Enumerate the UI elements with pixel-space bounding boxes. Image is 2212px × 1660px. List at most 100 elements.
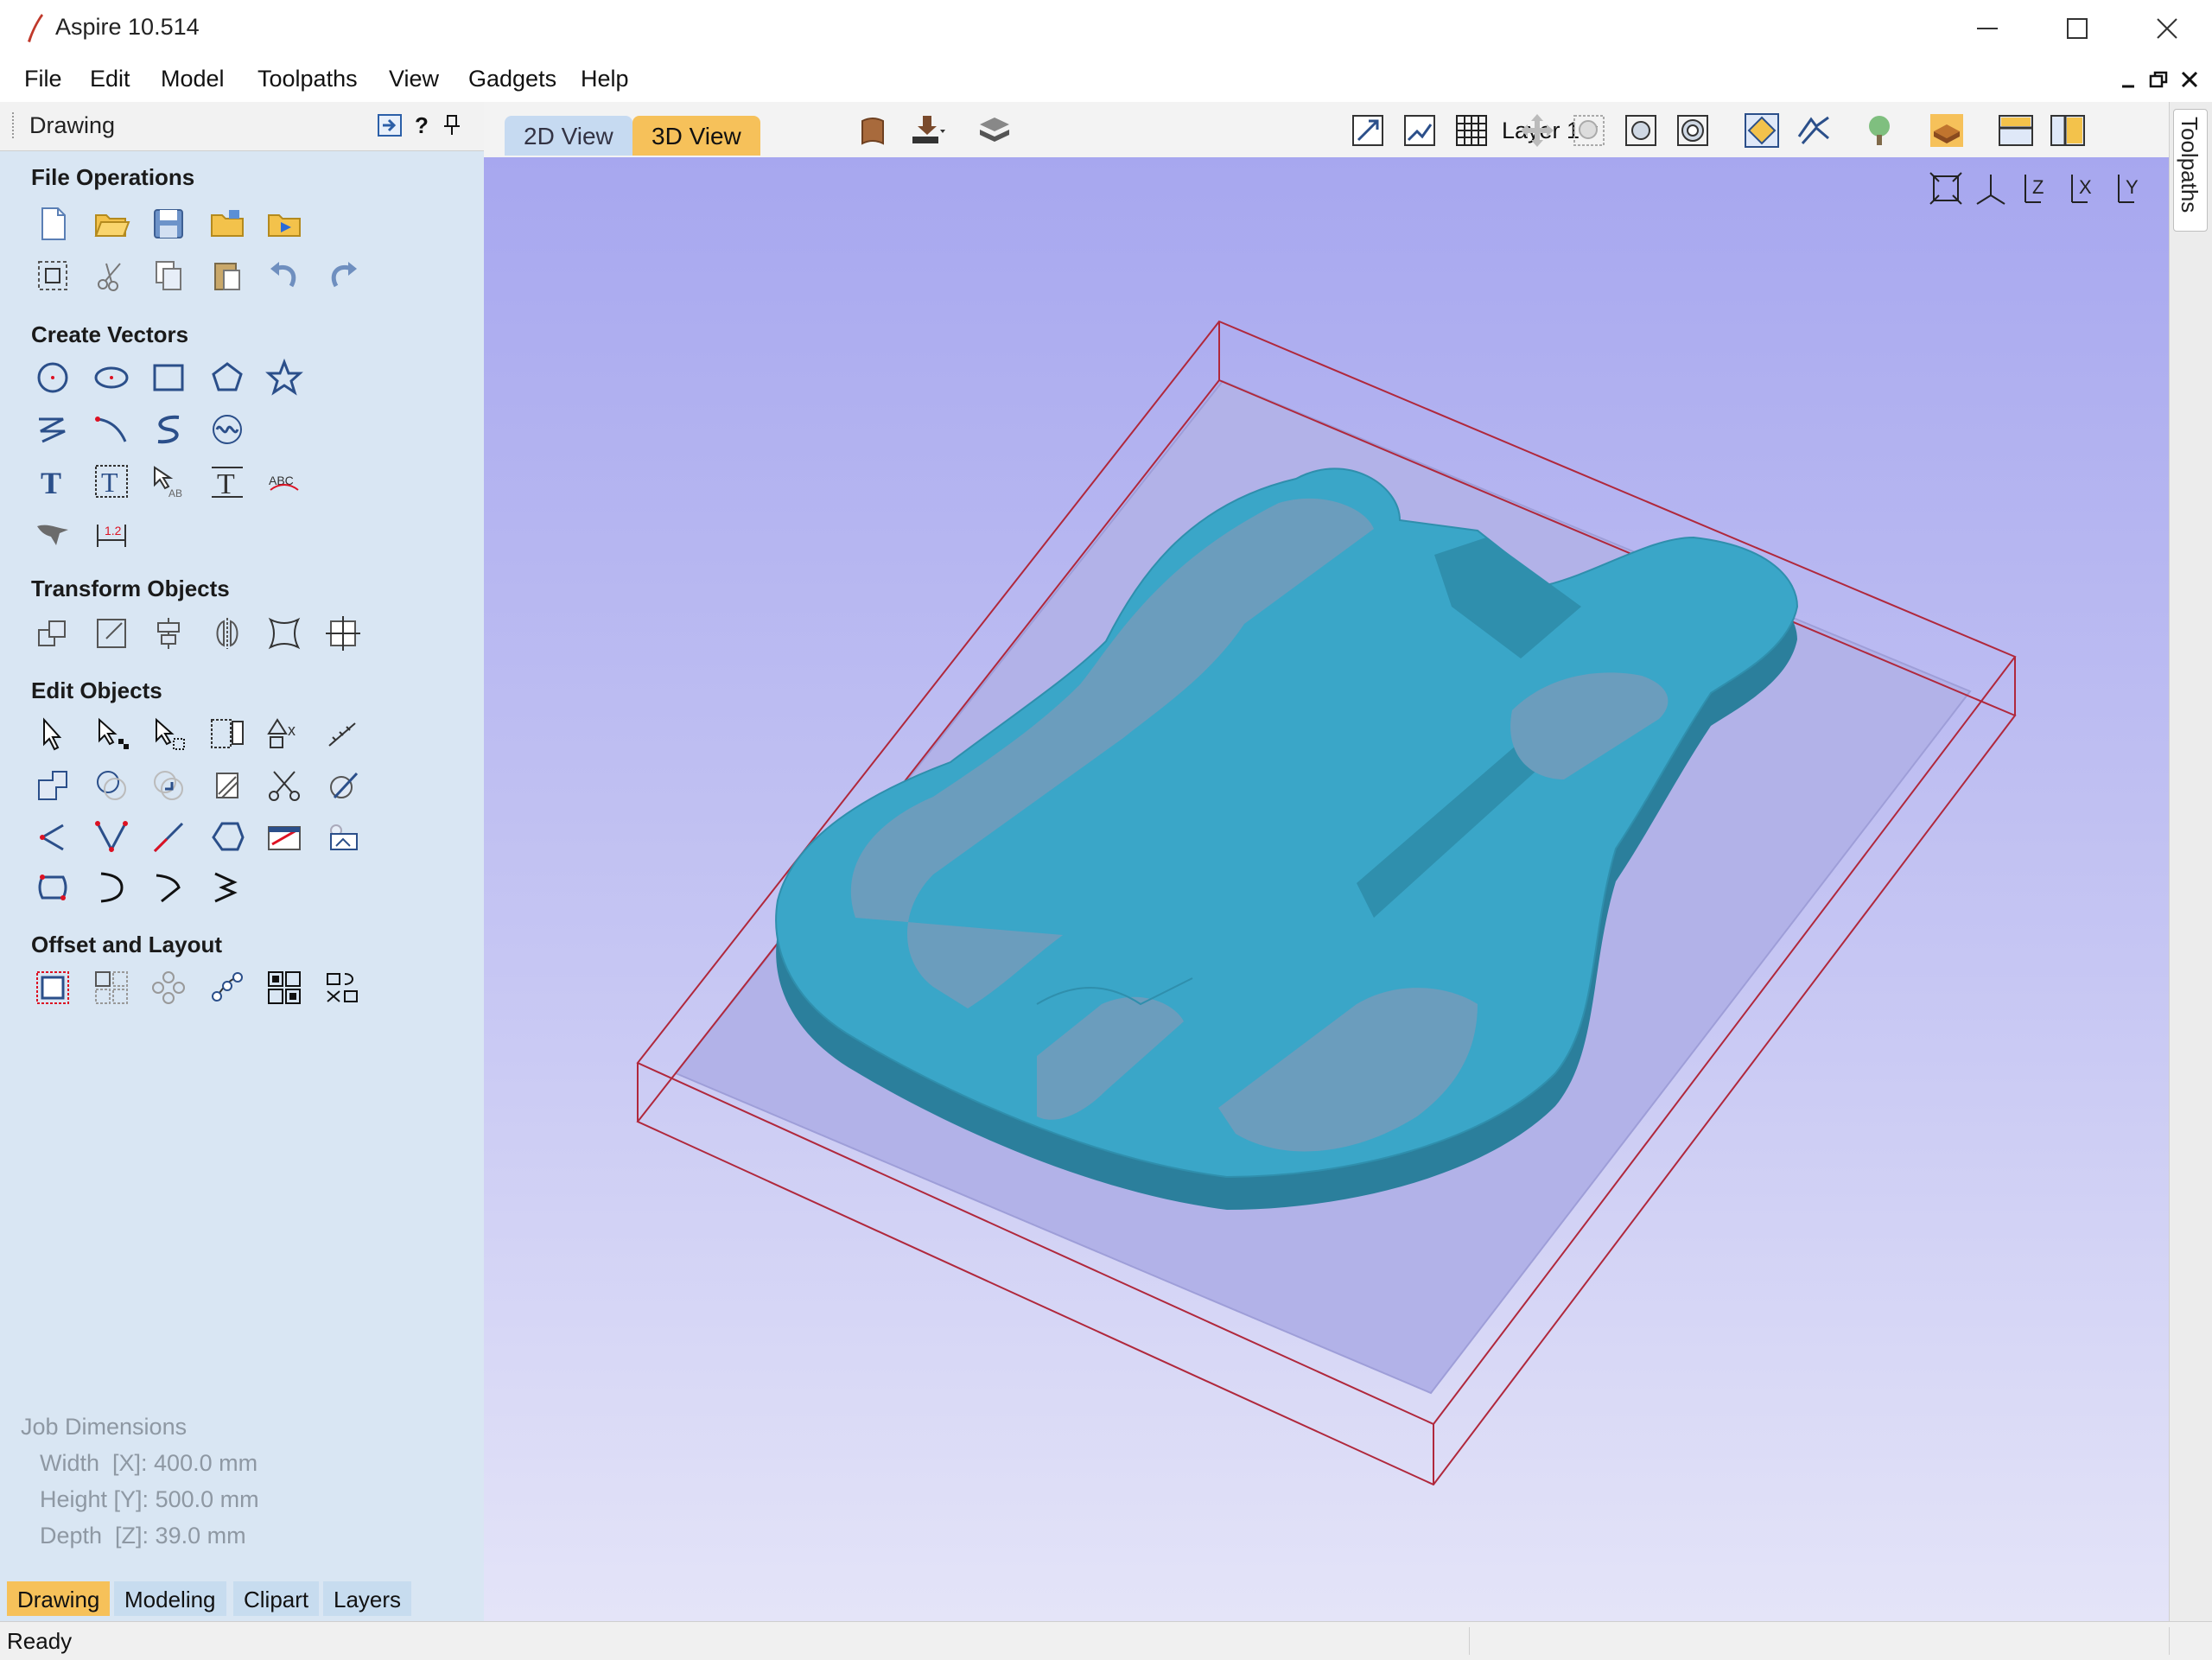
tab-toolpaths[interactable]: Toolpaths	[2173, 109, 2208, 232]
open-template-button[interactable]	[206, 202, 249, 245]
text-formatting-button[interactable]: T	[206, 460, 249, 503]
tab-3d-view[interactable]: 3D View	[632, 116, 760, 156]
scale-button[interactable]	[90, 612, 133, 655]
menu-model[interactable]: Model	[161, 66, 225, 92]
zoom-material-button[interactable]	[1400, 111, 1440, 150]
pan-button[interactable]	[1517, 111, 1557, 150]
zoom-box-button[interactable]	[1569, 111, 1609, 150]
grid-button[interactable]	[1452, 111, 1491, 150]
menu-toolpaths[interactable]: Toolpaths	[257, 66, 358, 92]
menu-help[interactable]: Help	[581, 66, 629, 92]
menu-view[interactable]: View	[389, 66, 439, 92]
align-button[interactable]	[147, 612, 190, 655]
join-open-vectors-button[interactable]	[147, 866, 190, 909]
draw-curve-button[interactable]	[147, 408, 190, 451]
cut-button[interactable]	[90, 254, 133, 297]
subtract-button[interactable]	[90, 764, 133, 807]
maximize-button[interactable]	[2032, 0, 2122, 57]
view-fit-icon[interactable]	[1927, 169, 1965, 207]
measure-button[interactable]	[321, 712, 365, 755]
transform-mode-button[interactable]	[147, 712, 190, 755]
move-button[interactable]	[31, 612, 74, 655]
draw-ellipse-button[interactable]	[90, 356, 133, 399]
auto-layout-button[interactable]	[321, 966, 365, 1009]
import-button[interactable]	[263, 202, 306, 245]
distort-button[interactable]	[263, 612, 306, 655]
draw-circle-button[interactable]	[31, 356, 74, 399]
draw-text-button[interactable]: T	[31, 460, 74, 503]
smooth-button[interactable]	[31, 866, 74, 909]
3d-viewport[interactable]: Z X Y	[484, 157, 2169, 1621]
draw-polyline-button[interactable]	[31, 408, 74, 451]
toolpath-preview-button[interactable]	[1859, 111, 1899, 150]
close-vector-button[interactable]	[206, 816, 249, 859]
view-side-y-icon[interactable]: Y	[2112, 169, 2150, 207]
menu-edit[interactable]: Edit	[90, 66, 130, 92]
mdi-restore-icon[interactable]	[2148, 69, 2169, 90]
nesting-button[interactable]	[263, 966, 306, 1009]
material-button[interactable]	[854, 111, 893, 150]
trace-bitmap-button[interactable]	[31, 512, 74, 555]
menu-gadgets[interactable]: Gadgets	[468, 66, 556, 92]
draw-tabs-button[interactable]	[263, 816, 306, 859]
open-file-button[interactable]	[90, 202, 133, 245]
fillet-button[interactable]	[206, 764, 249, 807]
job-setup-button[interactable]	[31, 254, 74, 297]
copy-along-vectors-button[interactable]	[206, 966, 249, 1009]
mirror-button[interactable]	[206, 612, 249, 655]
extend-vector-button[interactable]	[147, 816, 190, 859]
offset-button[interactable]	[31, 966, 74, 1009]
intersect-button[interactable]	[147, 764, 190, 807]
tab-modeling[interactable]: Modeling	[114, 1581, 226, 1616]
redo-button[interactable]	[321, 254, 365, 297]
curve-join-button[interactable]	[206, 866, 249, 909]
mdi-minimize-icon[interactable]	[2119, 69, 2139, 90]
copy-button[interactable]	[147, 254, 190, 297]
tab-clipart[interactable]: Clipart	[233, 1581, 320, 1616]
circular-array-button[interactable]	[147, 966, 190, 1009]
draw-rectangle-button[interactable]	[147, 356, 190, 399]
draw-polygon-button[interactable]	[206, 356, 249, 399]
minimize-button[interactable]	[1942, 0, 2032, 57]
weld-button[interactable]	[31, 764, 74, 807]
tab-2d-view[interactable]: 2D View	[505, 116, 632, 156]
zoom-extents-button[interactable]	[1348, 111, 1388, 150]
text-arc-button[interactable]: ABC	[263, 460, 306, 503]
view-top-z-icon[interactable]: Z	[2018, 169, 2056, 207]
view-front-x-icon[interactable]: X	[2065, 169, 2103, 207]
select-button[interactable]	[31, 712, 74, 755]
pin-icon[interactable]	[437, 111, 467, 140]
snap-options-button[interactable]	[1794, 111, 1834, 150]
new-file-button[interactable]	[31, 202, 74, 245]
dock-panel-icon[interactable]	[375, 111, 404, 140]
split-vertical-button[interactable]	[2048, 111, 2088, 150]
close-button[interactable]	[2122, 0, 2212, 57]
export-button[interactable]	[907, 111, 947, 150]
snap-button[interactable]	[1742, 111, 1782, 150]
menu-file[interactable]: File	[24, 66, 62, 92]
help-icon[interactable]: ?	[406, 111, 435, 140]
view-iso-icon[interactable]	[1972, 169, 2010, 207]
node-edit-button[interactable]	[90, 712, 133, 755]
layer-button[interactable]	[975, 111, 1014, 150]
zoom-in-button[interactable]	[1621, 111, 1661, 150]
save-file-button[interactable]	[147, 202, 190, 245]
draw-spiral-button[interactable]	[206, 408, 249, 451]
delete-similar-button[interactable]: x	[263, 712, 306, 755]
split-horizontal-button[interactable]	[1996, 111, 2036, 150]
interactive-selection-button[interactable]	[206, 712, 249, 755]
join-vectors-button[interactable]	[90, 866, 133, 909]
fillet-corners-button[interactable]	[90, 816, 133, 859]
show-model-button[interactable]	[1927, 111, 1967, 150]
undo-button[interactable]	[263, 254, 306, 297]
polyline-tool-button[interactable]	[31, 816, 74, 859]
mdi-close-icon[interactable]	[2179, 69, 2200, 90]
trim-button[interactable]	[263, 764, 306, 807]
image-button[interactable]	[321, 816, 365, 859]
dimension-button[interactable]: 1.2	[90, 512, 133, 555]
draw-star-button[interactable]	[263, 356, 306, 399]
paste-button[interactable]	[206, 254, 249, 297]
curve-fit-button[interactable]	[321, 764, 365, 807]
array-copy-button[interactable]	[90, 966, 133, 1009]
auto-layout-text-button[interactable]: T	[90, 460, 133, 503]
